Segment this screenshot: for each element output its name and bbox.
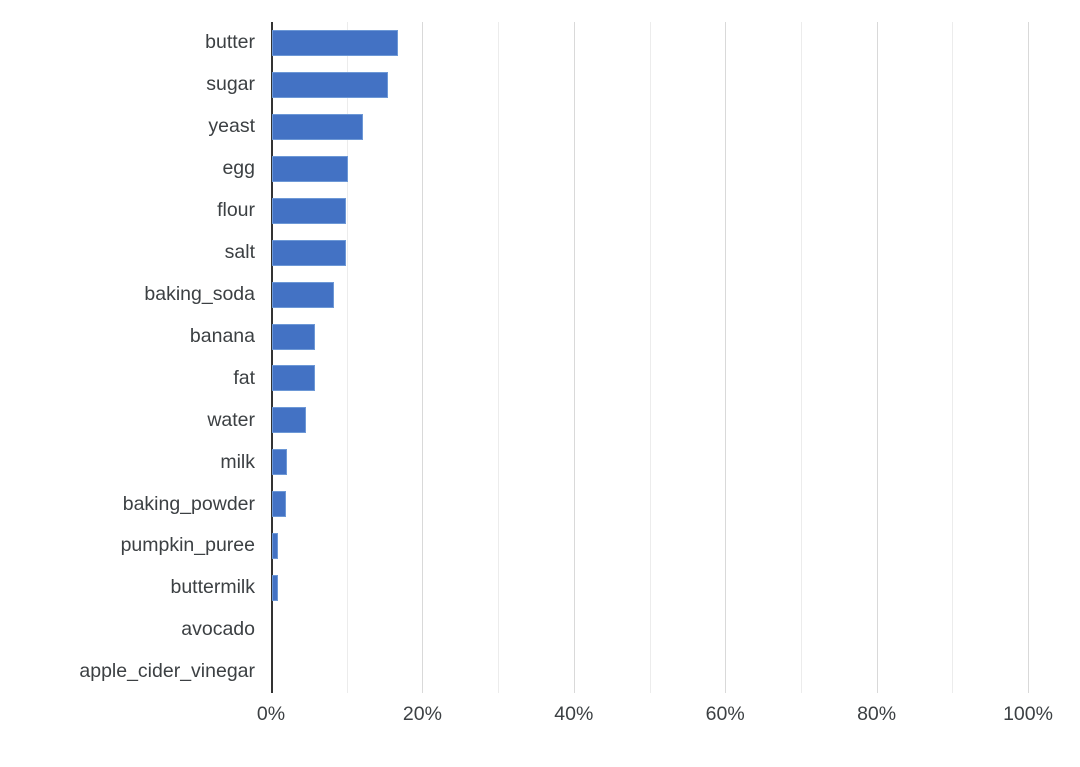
bar-row: yeast <box>0 106 1080 148</box>
bar-track <box>272 525 279 567</box>
x-tick-label: 40% <box>554 703 594 725</box>
bar-track <box>272 106 363 148</box>
bar-track <box>272 567 279 609</box>
bar[interactable] <box>272 29 398 56</box>
bar-track <box>272 358 316 400</box>
bar-row: butter <box>0 22 1080 64</box>
category-label: yeast <box>208 115 255 138</box>
x-tick-label: 0% <box>256 703 286 725</box>
category-label: avocado <box>181 618 255 641</box>
category-label: butter <box>205 31 255 54</box>
bar-row: water <box>0 399 1080 441</box>
x-tick-label: 20% <box>402 703 442 725</box>
category-label: fat <box>233 366 255 389</box>
bar-track <box>272 190 347 232</box>
bar-row: pumpkin_puree <box>0 525 1080 567</box>
category-label: banana <box>189 324 255 347</box>
category-label: flour <box>217 198 255 221</box>
bar-row: fat <box>0 358 1080 400</box>
bar-row: avocado <box>0 609 1080 651</box>
bar-track <box>272 22 398 64</box>
bar[interactable] <box>272 365 316 392</box>
bar[interactable] <box>272 407 307 434</box>
category-label: salt <box>224 240 255 263</box>
value-axis: 0% 20% 40% 60% 80% 100% <box>0 693 1080 767</box>
bar[interactable] <box>272 239 347 266</box>
bar-track <box>272 232 347 274</box>
category-label: buttermilk <box>170 576 255 599</box>
bar-row: salt <box>0 232 1080 274</box>
bar-rows: butter sugar yeast egg flour salt baking_sodab… <box>0 22 1080 693</box>
bar[interactable] <box>272 575 279 602</box>
bar-track <box>272 483 286 525</box>
bar-track <box>272 399 307 441</box>
bar-row: egg <box>0 148 1080 190</box>
bar-row: flour <box>0 190 1080 232</box>
x-tick-label: 100% <box>1003 703 1053 725</box>
bar-row: apple_cider_vinegar <box>0 651 1080 693</box>
x-tick-label: 60% <box>705 703 745 725</box>
bar-row: baking_powder <box>0 483 1080 525</box>
category-label: sugar <box>206 73 255 96</box>
bar[interactable] <box>272 323 316 350</box>
bar-chart: butter sugar yeast egg flour salt baking_sodab… <box>0 0 1080 767</box>
bar[interactable] <box>272 491 286 518</box>
bar-row: banana <box>0 316 1080 358</box>
category-label: baking_soda <box>144 282 255 305</box>
category-label: egg <box>222 157 255 180</box>
bar[interactable] <box>272 197 347 224</box>
category-label: pumpkin_puree <box>120 534 255 557</box>
bar-track <box>272 64 388 106</box>
bar[interactable] <box>272 71 388 98</box>
bar-track <box>272 148 349 190</box>
bar-row: baking_soda <box>0 274 1080 316</box>
bar-row: sugar <box>0 64 1080 106</box>
category-label: apple_cider_vinegar <box>79 660 255 683</box>
bar[interactable] <box>272 155 349 182</box>
x-tick-label: 80% <box>857 703 897 725</box>
bar[interactable] <box>272 533 279 560</box>
bar-track <box>272 274 335 316</box>
bar-track <box>272 316 316 358</box>
bar-row: buttermilk <box>0 567 1080 609</box>
bar[interactable] <box>272 113 363 140</box>
bar[interactable] <box>272 449 288 476</box>
category-label: milk <box>220 450 255 473</box>
bar-track <box>272 441 288 483</box>
bar-row: milk <box>0 441 1080 483</box>
bar[interactable] <box>272 281 335 308</box>
category-label: baking_powder <box>122 492 255 515</box>
category-label: water <box>207 408 255 431</box>
